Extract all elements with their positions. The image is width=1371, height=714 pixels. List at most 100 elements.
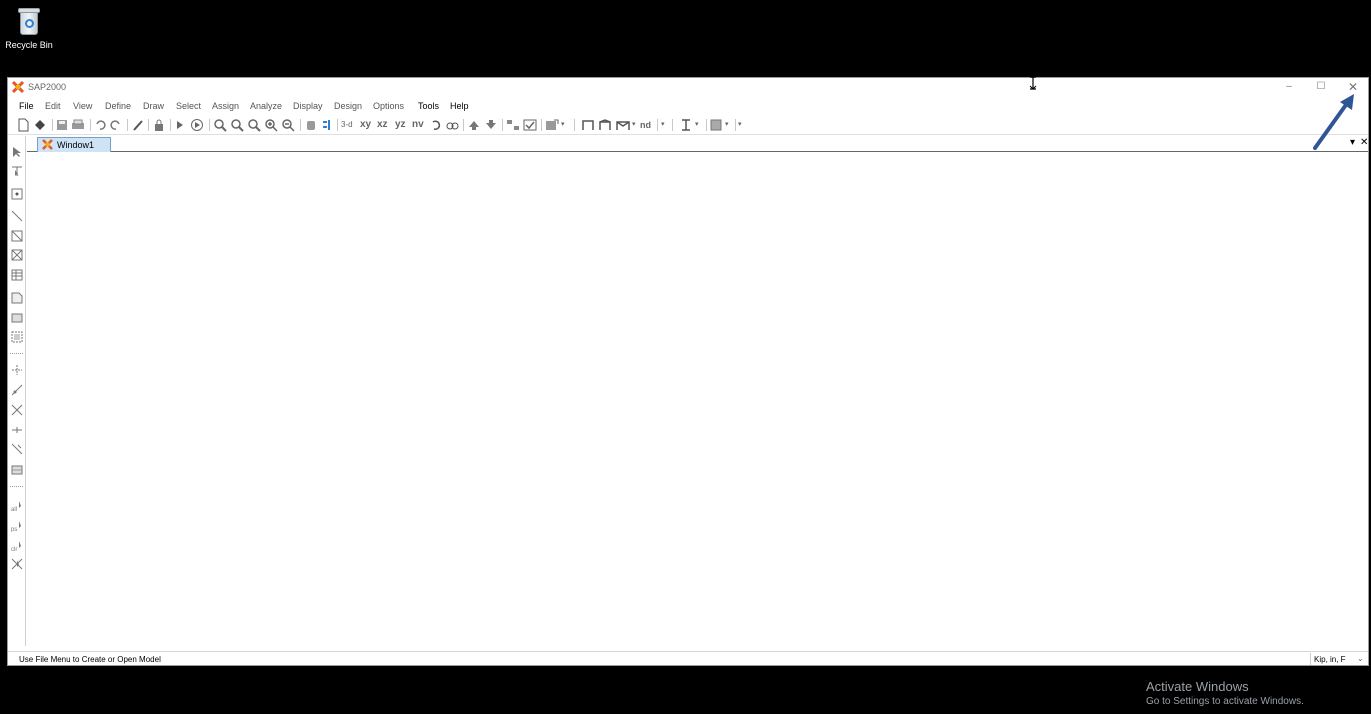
perspective-toggle-icon[interactable]: [445, 118, 459, 132]
draw-quick-brace-icon[interactable]: [11, 249, 23, 261]
refresh-pencil-icon[interactable]: [132, 118, 144, 132]
draw-brace-icon[interactable]: [615, 118, 631, 132]
sap2000-app-icon: [12, 81, 24, 93]
toolbar-end-dropdown[interactable]: ▾: [738, 118, 742, 132]
status-bar: Use File Menu to Create or Open Model Ki…: [8, 651, 1368, 665]
view-nv-button[interactable]: nv: [412, 118, 424, 132]
watermark-title: Activate Windows: [1146, 679, 1249, 694]
move-up-icon[interactable]: [467, 118, 481, 132]
redo-icon[interactable]: [110, 118, 122, 132]
left-draw-toolbar: all ps clr: [8, 136, 26, 646]
menu-analyze[interactable]: Analyze: [250, 101, 282, 111]
quick-draw-area-icon[interactable]: [11, 331, 23, 343]
zoom-full-icon[interactable]: [247, 118, 261, 132]
undo-icon[interactable]: [94, 118, 106, 132]
section-dropdown[interactable]: ▾: [695, 118, 699, 132]
title-bar: SAP2000 – ☐ ✕: [8, 78, 1368, 96]
tab-window1[interactable]: Window1: [37, 137, 111, 152]
sap2000-tab-icon: [42, 139, 53, 150]
fill-dropdown[interactable]: ▾: [725, 118, 729, 132]
view-xy-button[interactable]: xy: [360, 118, 371, 132]
clear-selection-icon[interactable]: clr: [11, 540, 23, 552]
zoom-restore-icon[interactable]: [230, 118, 244, 132]
model-canvas[interactable]: [27, 152, 1368, 650]
draw-frame-icon[interactable]: [581, 118, 595, 132]
menu-assign[interactable]: Assign: [212, 101, 239, 111]
toolbar-overflow-dropdown[interactable]: ▾: [661, 118, 665, 132]
pan-hand-icon[interactable]: [304, 118, 318, 132]
draw-quick-frame-icon[interactable]: [11, 230, 23, 242]
menu-tools[interactable]: Tools: [418, 101, 439, 111]
menu-options[interactable]: Options: [373, 101, 404, 111]
draw-poly-area-icon[interactable]: [11, 292, 23, 304]
menu-bar: File Edit View Define Draw Select Assign…: [8, 98, 1368, 114]
draw-frame-line-icon[interactable]: [11, 210, 23, 222]
units-select[interactable]: Kip, in, F ⌄: [1310, 653, 1368, 665]
lock-icon[interactable]: [153, 118, 165, 132]
move-down-icon[interactable]: [484, 118, 498, 132]
menu-design[interactable]: Design: [334, 101, 362, 111]
svg-text:all: all: [11, 507, 17, 512]
new-model-icon[interactable]: [17, 118, 29, 132]
rotate-3d-icon[interactable]: [430, 118, 442, 132]
draw-solid-icon[interactable]: [11, 464, 23, 476]
view-xz-button[interactable]: xz: [377, 118, 388, 132]
draw-dimension-icon[interactable]: [11, 443, 23, 455]
set-display-options-icon[interactable]: [523, 118, 537, 132]
minimize-button[interactable]: –: [1274, 80, 1304, 94]
draw-cable-icon[interactable]: [11, 404, 23, 416]
pointer-icon[interactable]: [11, 146, 23, 158]
draw-tendon-icon[interactable]: [11, 384, 23, 396]
menu-draw[interactable]: Draw: [143, 101, 164, 111]
status-message: Use File Menu to Create or Open Model: [19, 655, 161, 664]
menu-help[interactable]: Help: [450, 101, 469, 111]
menu-edit[interactable]: Edit: [45, 101, 61, 111]
menu-define[interactable]: Define: [105, 101, 131, 111]
view-yz-button[interactable]: yz: [395, 118, 406, 132]
annotation-arrow-icon: [1313, 94, 1354, 150]
display-options-icon[interactable]: [321, 118, 333, 132]
tab-window1-label: Window1: [57, 140, 95, 150]
draw-portal-icon[interactable]: [598, 118, 612, 132]
draw-link-icon[interactable]: [11, 364, 23, 376]
show-model-icon[interactable]: [545, 118, 559, 132]
zoom-in-icon[interactable]: [264, 118, 278, 132]
object-shrink-icon[interactable]: [506, 118, 520, 132]
watermark-subtitle: Go to Settings to activate Windows.: [1146, 696, 1304, 707]
menu-file[interactable]: File: [19, 101, 34, 111]
draw-secondary-beams-icon[interactable]: [11, 269, 23, 281]
sap2000-window: SAP2000 – ☐ ✕ File Edit View Define Draw…: [7, 77, 1369, 666]
section-designer-icon[interactable]: [680, 118, 692, 132]
nd-button[interactable]: nd: [640, 118, 651, 132]
draw-rect-area-icon[interactable]: [11, 312, 23, 324]
menu-select[interactable]: Select: [176, 101, 201, 111]
tab-close-button[interactable]: ✕: [1360, 137, 1368, 148]
select-all-icon[interactable]: all: [11, 500, 23, 512]
recycle-bin-shortcut[interactable]: Recycle Bin: [4, 6, 54, 50]
intersecting-line-select-icon[interactable]: [11, 558, 23, 570]
window-title: SAP2000: [28, 82, 67, 92]
print-icon[interactable]: [71, 118, 85, 132]
zoom-window-icon[interactable]: [213, 118, 227, 132]
draw-brace-dropdown[interactable]: ▾: [632, 118, 636, 132]
text-cursor-icon: [1029, 76, 1037, 90]
window-tab-strip: Window1 ▾ ✕: [27, 135, 1368, 152]
svg-text:ps: ps: [11, 527, 17, 532]
select-previous-icon[interactable]: ps: [11, 520, 23, 532]
menu-view[interactable]: View: [73, 101, 92, 111]
main-toolbar: 3-d xy xz yz nv ▾ ▾ nd ▾ ▾ ▾ ▾: [8, 115, 1368, 135]
chevron-down-icon: ⌄: [1357, 654, 1364, 663]
open-model-icon[interactable]: [33, 118, 47, 132]
reshape-icon[interactable]: [11, 165, 23, 177]
save-icon[interactable]: [56, 118, 68, 132]
fill-pattern-icon[interactable]: [710, 118, 722, 132]
show-model-dropdown[interactable]: ▾: [561, 118, 565, 132]
menu-display[interactable]: Display: [293, 101, 323, 111]
zoom-out-icon[interactable]: [281, 118, 295, 132]
desktop: Recycle Bin SAP2000 – ☐ ✕ File Edit View…: [0, 0, 1371, 714]
run-analysis-icon[interactable]: [175, 118, 185, 132]
draw-joint-icon[interactable]: [11, 188, 23, 200]
draw-section-cut-icon[interactable]: [11, 424, 23, 436]
view-3d-button[interactable]: 3-d: [341, 118, 353, 132]
run-now-icon[interactable]: [190, 118, 204, 132]
